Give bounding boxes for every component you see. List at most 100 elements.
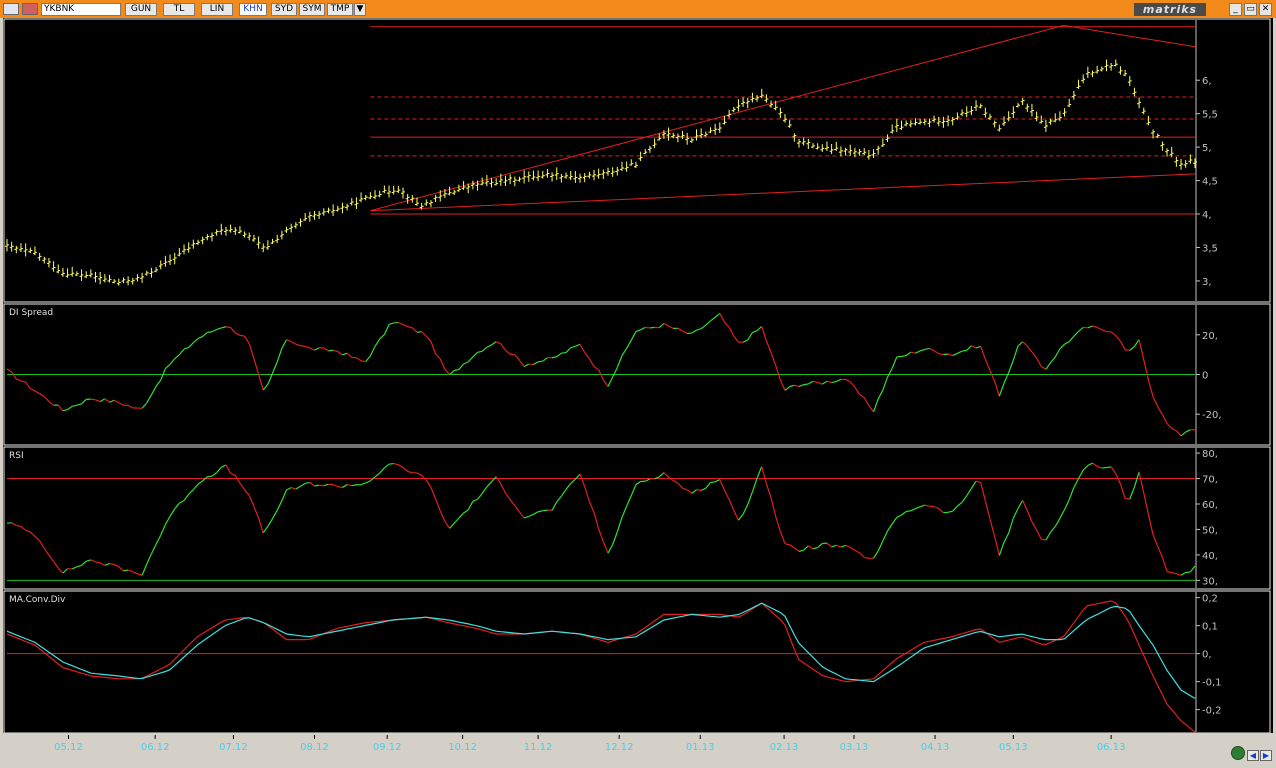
rsi-segment xyxy=(719,479,726,491)
price-bar xyxy=(191,239,196,249)
price-bar xyxy=(1011,106,1016,119)
price-bar xyxy=(946,115,951,127)
price-bar xyxy=(834,141,839,151)
rsi-segment xyxy=(901,511,907,516)
price-bar xyxy=(275,234,280,243)
price-bar xyxy=(494,178,499,186)
di-segment xyxy=(477,350,483,353)
price-bar xyxy=(862,148,867,156)
price-bar xyxy=(1053,113,1058,123)
rsi-segment xyxy=(323,483,329,487)
di-segment xyxy=(104,398,110,403)
di-segment xyxy=(365,355,371,362)
di-segment xyxy=(235,332,241,336)
chart-area[interactable]: 3, 3,5 4, 4,5 5, 5,5 6, DI Spread 20, 0 -20, RSI 80,… xyxy=(3,18,1273,733)
di-segment xyxy=(523,363,530,368)
di-segment xyxy=(612,367,618,378)
rsi-segment xyxy=(1129,486,1135,500)
rsi-segment xyxy=(588,501,595,513)
price-bar xyxy=(233,227,238,235)
di-segment xyxy=(374,338,381,347)
rsi-segment xyxy=(48,554,55,562)
price-bar xyxy=(168,254,173,265)
price-bar xyxy=(307,211,312,222)
template-button[interactable]: TMP xyxy=(327,3,353,16)
di-segment xyxy=(439,358,446,370)
rsi-segment xyxy=(458,512,465,519)
rsi-segment xyxy=(430,487,437,499)
di-segment xyxy=(109,399,115,403)
rsi-segment xyxy=(947,510,953,513)
price-bar xyxy=(93,271,98,283)
rsi-segment xyxy=(803,545,809,551)
di-segment xyxy=(421,331,427,337)
minimize-button[interactable]: _ xyxy=(1229,3,1242,16)
price-bar xyxy=(154,267,159,273)
scale-linear-button[interactable]: LIN xyxy=(201,3,233,16)
di-segment xyxy=(845,378,851,383)
price-bar xyxy=(126,276,131,286)
rsi-segment xyxy=(1185,571,1191,574)
chart-khn-button[interactable]: KHN xyxy=(239,3,267,16)
rsi-segment xyxy=(957,501,963,507)
rsi-segment xyxy=(472,498,478,502)
price-bar xyxy=(489,177,494,188)
di-segment xyxy=(411,327,418,333)
di-segment xyxy=(72,404,78,407)
rsi-segment xyxy=(76,564,82,568)
rsi-segment xyxy=(570,478,576,484)
price-bar xyxy=(56,264,61,274)
chart-type-icon[interactable] xyxy=(22,3,38,15)
di-segment xyxy=(346,352,353,358)
period-daily-button[interactable]: GUN xyxy=(125,3,157,16)
currency-tl-button[interactable]: TL xyxy=(163,3,195,16)
di-segment xyxy=(886,367,893,378)
rsi-segment xyxy=(915,506,921,510)
price-bar xyxy=(1025,103,1030,112)
rsi-segment xyxy=(1110,466,1117,475)
di-segment xyxy=(1147,379,1154,397)
close-button[interactable]: ✕ xyxy=(1259,3,1272,16)
status-bar: ◀ ▶ 05.12 06.12 07.12 08.12 09.12 10.12 11.12 1… xyxy=(0,735,1276,768)
di-segment xyxy=(207,331,213,334)
di-segment xyxy=(150,386,157,396)
rsi-segment xyxy=(337,486,343,489)
price-trendline xyxy=(370,173,1196,212)
rsi-segment xyxy=(1012,508,1019,519)
di-segment xyxy=(62,408,68,412)
price-bar xyxy=(251,234,256,242)
price-bar xyxy=(1113,59,1118,67)
di-segment xyxy=(25,381,31,389)
rsi-segment xyxy=(53,560,59,569)
price-bar xyxy=(242,231,247,238)
rsi-segment xyxy=(314,484,320,487)
rsi-segment xyxy=(1059,509,1066,519)
di-segment xyxy=(281,339,288,349)
rsi-segment xyxy=(179,500,185,504)
chart-canvas[interactable]: 3, 3,5 4, 4,5 5, 5,5 6, DI Spread 20, 0 -20, RSI 80,… xyxy=(3,18,1273,733)
price-bar xyxy=(1006,111,1011,122)
rsi-segment xyxy=(197,480,204,485)
price-bar xyxy=(633,161,638,169)
di-segment xyxy=(360,360,366,363)
price-bar xyxy=(1048,118,1053,125)
price-bar xyxy=(51,261,56,272)
template-dropdown-arrow-icon[interactable]: ▼ xyxy=(354,3,366,16)
price-bar xyxy=(37,252,42,261)
chart-syd-button[interactable]: SYD xyxy=(271,3,297,16)
price-bar xyxy=(130,277,135,285)
di-segment xyxy=(1166,423,1173,429)
price-y-tick-label: 6, xyxy=(1202,76,1212,87)
di-segment xyxy=(290,341,297,345)
rsi-segment xyxy=(62,568,68,574)
di-segment xyxy=(1087,325,1093,329)
di-segment xyxy=(798,384,804,387)
price-bar xyxy=(373,190,378,200)
chart-sym-button[interactable]: SYM xyxy=(299,3,325,16)
rsi-segment xyxy=(840,544,846,548)
rsi-segment xyxy=(267,518,274,527)
rsi-segment xyxy=(784,543,790,546)
restore-button[interactable]: ▭ xyxy=(1244,3,1257,16)
symbol-field[interactable]: YKBNK xyxy=(41,3,121,16)
rsi-segment xyxy=(896,514,902,518)
